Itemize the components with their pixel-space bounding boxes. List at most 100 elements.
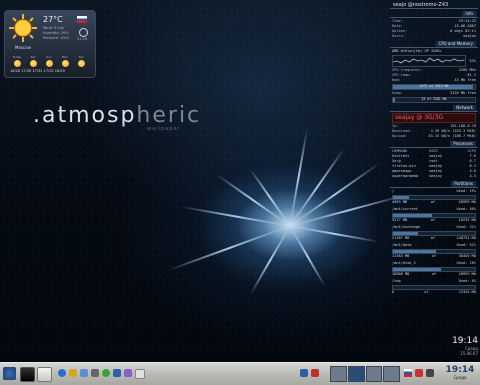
- weather-temperature: 27°C: [43, 15, 63, 24]
- partition-used-label: Used: 19%: [456, 189, 476, 193]
- partition-of: of: [431, 272, 437, 276]
- ram-bar: 1477 of 1519 Mb: [392, 84, 476, 90]
- partition-used-label: Used: 0%: [458, 279, 476, 283]
- partition-total: 38450 Mb: [458, 254, 476, 258]
- swap-bar: 33 of 3161 Mb: [392, 97, 476, 103]
- info-row: Users: seajay: [390, 34, 478, 39]
- forecast-day: Tue: [73, 55, 89, 68]
- wallpaper-brand-text: .atmospheric: [33, 103, 201, 128]
- mail-icon[interactable]: [37, 367, 52, 382]
- partition-total: 148754 Mb: [456, 236, 476, 240]
- weather-widget[interactable]: 27°C Wind: 5 m/s Humidity: 29% Pressure:…: [4, 10, 96, 78]
- cpu-graph-line: [392, 57, 465, 64]
- process-user: seajay: [428, 174, 442, 178]
- process-command: superkaramba: [392, 174, 418, 178]
- partition-of: of: [424, 290, 429, 294]
- partition-total: 15345 Mb: [458, 290, 476, 294]
- partition-bar: [392, 213, 476, 218]
- partition-bar: [392, 231, 476, 236]
- partition-bar-fill: [393, 214, 433, 217]
- section-title: Processes: [450, 141, 476, 147]
- section-header-cpu: CPU and Memory: [390, 41, 478, 48]
- forecast-day: Sun: [41, 55, 57, 68]
- media-icon[interactable]: [69, 369, 77, 377]
- section-title: Info: [462, 11, 476, 17]
- partition-item: /mnt/exchange Used: 31% 21307 MB of 148754 …: [392, 225, 476, 241]
- partition-used: 0: [392, 290, 395, 294]
- swap-row: Swap: 3120 Mb free: [390, 91, 478, 96]
- pager-desktop[interactable]: [383, 366, 400, 382]
- taskbar-clock-day: Среда: [453, 375, 467, 380]
- pager-desktop[interactable]: [347, 366, 365, 382]
- flag-icon[interactable]: [404, 369, 412, 377]
- desktop-clock-date: 15.06.07: [460, 351, 478, 356]
- partition-item: /mnt/current Used: 48% 3217 MB of 18235 Mb: [392, 207, 476, 223]
- forecast-day-label: Today: [12, 55, 22, 59]
- cpu-model-text: AMD Athlon(tm) XP 3200+: [392, 49, 442, 53]
- partition-of: of: [431, 254, 437, 258]
- browser-icon[interactable]: [58, 369, 66, 377]
- partition-top: /mnt/exchange Used: 31%: [392, 225, 476, 230]
- partition-mount: /mnt/current: [392, 207, 418, 211]
- hostname-header: seajo @nostromo-Z43: [390, 2, 478, 9]
- folder-icon[interactable]: [80, 369, 88, 377]
- wallpaper-brand-subtitle: wallpaper: [147, 126, 181, 132]
- partition-mount: /mnt/data: [392, 243, 412, 247]
- forecast-day-label: Mon: [61, 55, 69, 59]
- net-row: Upload: 43.15 kB/s (106.7 MiB): [390, 134, 478, 139]
- volume-icon[interactable]: [415, 369, 423, 377]
- partition-sizes: 3217 MB of 18235 Mb: [392, 218, 476, 223]
- partition-mount: /mnt/exchange: [392, 225, 421, 229]
- desktop-pager[interactable]: [330, 366, 400, 382]
- ram-label: Ram:: [392, 78, 401, 82]
- table-row: superkaramba seajay 4.3: [392, 174, 476, 179]
- taskbar-clock[interactable]: 19:14 Среда: [442, 365, 478, 380]
- process-table: COMMAND USER %CPU ktorrent seajay 7.6 Xorg ro…: [390, 149, 478, 179]
- partition-bar: [392, 267, 476, 272]
- ram-used: 1477 of 1519 Mb: [419, 84, 449, 88]
- cpu-graph: [392, 55, 466, 67]
- pager-desktop[interactable]: [330, 366, 347, 382]
- hostname: seajo @nostromo-Z43: [393, 2, 449, 8]
- kde-menu-icon[interactable]: [3, 367, 16, 380]
- pager-desktop[interactable]: [365, 366, 383, 382]
- sun-icon: [13, 60, 21, 67]
- taskbar: 19:14 Среда: [0, 362, 480, 385]
- music-icon[interactable]: [113, 369, 121, 377]
- partition-total: 28999 Mb: [458, 272, 476, 276]
- flag-icon: [77, 16, 87, 23]
- partition-sizes: 21307 MB of 148754 Mb: [392, 236, 476, 241]
- partition-item: / Used: 19% 4983 MB of 28999 Mb: [392, 189, 476, 205]
- settings-icon[interactable]: [91, 369, 99, 377]
- weather-detail: Humidity: 29%: [43, 31, 69, 35]
- forecast-temperatures: 16/28 17/30 17/32 17/32 18/29: [10, 69, 65, 73]
- photo-icon[interactable]: [124, 369, 132, 377]
- partition-top: /tmp Used: 0%: [392, 279, 476, 284]
- section-title: Partitions: [451, 181, 476, 187]
- partition-of: of: [430, 218, 436, 222]
- forecast-day: Today: [9, 55, 25, 68]
- document-icon[interactable]: [135, 369, 145, 379]
- terminal-icon[interactable]: [20, 367, 35, 382]
- cpu-graph-row: 53%: [390, 54, 478, 68]
- chat-icon[interactable]: [102, 369, 110, 377]
- sun-icon: [61, 60, 69, 67]
- section-title: CPU and Memory: [435, 41, 476, 47]
- partition-used: 11583 MB: [392, 254, 410, 258]
- forecast-day-label: Sat: [30, 55, 36, 59]
- brand-part2: heric: [136, 103, 202, 128]
- network-icon[interactable]: [300, 369, 308, 377]
- partition-sizes: 11583 MB of 38450 Mb: [392, 254, 476, 259]
- partition-top: /mnt/data Used: 52%: [392, 243, 476, 248]
- cpu-graph-label: 53%: [469, 58, 477, 63]
- partition-used: 16888 MB: [392, 272, 410, 276]
- partition-top: / Used: 19%: [392, 189, 476, 194]
- battery-icon[interactable]: [426, 369, 434, 377]
- partition-list: / Used: 19% 4983 MB of 28999 Mb /mnt/curren…: [390, 189, 478, 295]
- weather-city: Moscow: [15, 45, 31, 50]
- partition-mount: /tmp: [392, 279, 401, 283]
- partition-sizes: 4983 MB of 28999 Mb: [392, 200, 476, 205]
- partition-bar-fill: [393, 196, 409, 199]
- update-icon[interactable]: [311, 369, 319, 377]
- desktop-clock-time: 19:14: [452, 336, 478, 346]
